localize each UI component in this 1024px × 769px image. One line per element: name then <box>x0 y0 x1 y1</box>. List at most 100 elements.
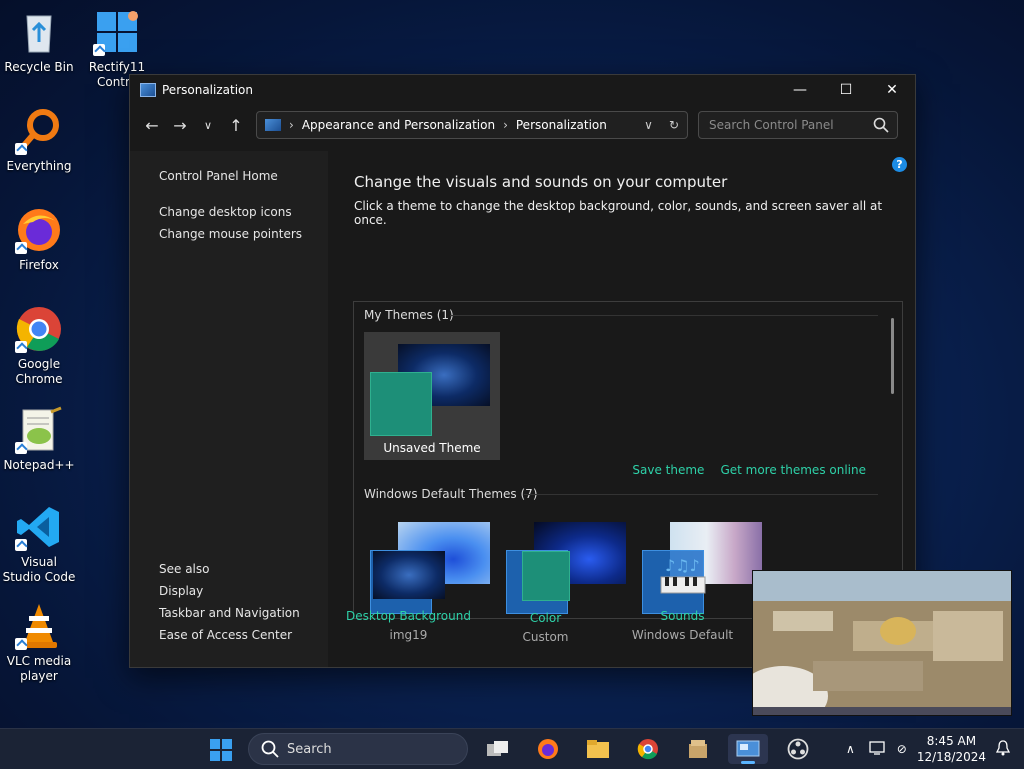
title-bar[interactable]: Personalization — ☐ ✕ <box>130 75 915 105</box>
taskbar: Search ∧ ⊘ 8:45 AM 12/18/2024 <box>0 728 1024 769</box>
window-title: Personalization <box>162 83 253 97</box>
control-panel-icon <box>140 83 156 97</box>
theme-unsaved[interactable]: Unsaved Theme <box>364 332 500 460</box>
see-also-link-display[interactable]: Display <box>159 584 300 598</box>
desktop-icon-chrome[interactable]: Google Chrome <box>1 305 77 387</box>
address-bar[interactable]: › Appearance and Personalization › Perso… <box>256 111 688 139</box>
shortcut-arrow-icon <box>15 442 27 454</box>
desktop-icon-notepadpp[interactable]: Notepad++ <box>1 406 77 473</box>
chevron-right-icon: › <box>503 118 508 132</box>
search-icon <box>261 740 279 758</box>
maximize-button[interactable]: ☐ <box>823 75 869 105</box>
task-view-button[interactable] <box>478 734 518 764</box>
refresh-icon[interactable]: ↻ <box>669 118 679 132</box>
search-input[interactable] <box>707 117 873 133</box>
see-also-link-taskbar[interactable]: Taskbar and Navigation <box>159 606 300 620</box>
desktop-icon-vlc[interactable]: VLC media player <box>1 602 77 684</box>
volume-muted-icon[interactable]: ⊘ <box>897 742 907 756</box>
taskbar-chrome-icon[interactable] <box>628 734 668 764</box>
desktop-icon-vscode[interactable]: Visual Studio Code <box>1 503 77 585</box>
breadcrumb-item[interactable]: Personalization <box>516 118 607 132</box>
windows-logo-icon <box>93 8 141 56</box>
desktop-icon-label: Google Chrome <box>15 357 63 386</box>
close-button[interactable]: ✕ <box>869 75 915 105</box>
my-themes-title: My Themes (1) <box>364 308 454 322</box>
setting-title: Color <box>529 611 562 625</box>
desktop-icon-label: Firefox <box>19 258 59 272</box>
get-more-themes-link[interactable]: Get more themes online <box>720 463 866 477</box>
shortcut-arrow-icon <box>15 341 27 353</box>
setting-title: Sounds <box>660 609 705 623</box>
sidebar-link-control-panel-home[interactable]: Control Panel Home <box>159 169 328 183</box>
color-swatch <box>521 551 570 601</box>
notification-bell-icon[interactable] <box>995 739 1011 759</box>
page-description: Click a theme to change the desktop back… <box>354 199 883 227</box>
everything-search-icon <box>15 107 63 155</box>
desktop-icon-recycle-bin[interactable]: Recycle Bin <box>1 8 77 75</box>
theme-settings-row: Desktop Background img19 Color Custom ♪♫… <box>340 551 751 644</box>
taskbar-archive-icon[interactable] <box>678 734 718 764</box>
setting-value: Custom <box>522 630 569 644</box>
back-button[interactable]: ← <box>138 111 166 139</box>
see-also-link-ease-of-access[interactable]: Ease of Access Center <box>159 628 300 642</box>
taskbar-firefox-icon[interactable] <box>528 734 568 764</box>
color-setting[interactable]: Color Custom <box>477 551 614 644</box>
taskbar-search-label: Search <box>287 741 332 757</box>
navigation-bar: ← → ∨ ↑ › Appearance and Personalization… <box>130 105 915 145</box>
recent-locations-button[interactable]: ∨ <box>194 111 222 139</box>
desktop-icon-everything[interactable]: Everything <box>1 107 77 174</box>
taskbar-search[interactable]: Search <box>248 733 468 765</box>
shortcut-arrow-icon <box>93 44 105 56</box>
taskbar-file-explorer-icon[interactable] <box>578 734 618 764</box>
setting-value: Windows Default <box>631 628 734 642</box>
clock-time: 8:45 AM <box>926 734 977 748</box>
start-button[interactable] <box>210 739 232 761</box>
desktop-icon-label: Notepad++ <box>3 458 75 472</box>
up-button[interactable]: ↑ <box>222 111 250 139</box>
vscode-icon <box>15 503 63 551</box>
desktop-icon-label: VLC media player <box>6 654 72 683</box>
search-icon[interactable] <box>873 117 889 133</box>
help-icon[interactable]: ? <box>892 157 907 172</box>
theme-name: Unsaved Theme <box>383 441 481 455</box>
setting-value: img19 <box>389 628 428 642</box>
clock-date: 12/18/2024 <box>916 750 986 764</box>
minimize-button[interactable]: — <box>777 75 823 105</box>
control-panel-icon <box>265 119 281 131</box>
chevron-down-icon[interactable]: ∨ <box>644 118 653 132</box>
vlc-cone-icon <box>15 602 63 650</box>
clock[interactable]: 8:45 AM 12/18/2024 <box>917 733 986 765</box>
setting-title: Desktop Background <box>346 609 471 623</box>
scrollbar[interactable] <box>891 318 894 394</box>
sidebar-link-change-desktop-icons[interactable]: Change desktop icons <box>159 205 328 219</box>
svg-text:♪♫♪: ♪♫♪ <box>665 556 700 575</box>
taskbar-control-panel-icon[interactable] <box>728 734 768 764</box>
sounds-piano-icon: ♪♫♪ <box>647 551 719 599</box>
taskbar-obs-icon[interactable] <box>778 734 818 764</box>
shortcut-arrow-icon <box>15 638 27 650</box>
sounds-setting[interactable]: ♪♫♪ Sounds Windows Default <box>614 551 751 644</box>
show-hidden-icons-chevron-icon[interactable]: ∧ <box>846 742 855 756</box>
desktop-background-thumbnail <box>372 551 445 599</box>
page-title: Change the visuals and sounds on your co… <box>354 173 728 191</box>
default-themes-title: Windows Default Themes (7) <box>364 487 538 501</box>
network-icon[interactable] <box>869 740 885 758</box>
desktop-icon-label: Recycle Bin <box>4 60 74 74</box>
firefox-icon <box>15 206 63 254</box>
sidebar-link-change-mouse-pointers[interactable]: Change mouse pointers <box>159 227 328 241</box>
video-thumbnail-preview[interactable] <box>752 570 1012 716</box>
notepadpp-icon <box>15 406 63 454</box>
shortcut-arrow-icon <box>15 242 27 254</box>
breadcrumb-item[interactable]: Appearance and Personalization <box>302 118 495 132</box>
chrome-icon <box>15 305 63 353</box>
theme-preview-color <box>370 372 432 436</box>
forward-button[interactable]: → <box>166 111 194 139</box>
system-tray: ∧ ⊘ 8:45 AM 12/18/2024 <box>846 729 1024 769</box>
see-also-title: See also <box>159 562 210 576</box>
desktop-icon-firefox[interactable]: Firefox <box>1 206 77 273</box>
desktop-background-setting[interactable]: Desktop Background img19 <box>340 551 477 644</box>
chevron-right-icon: › <box>289 118 294 132</box>
save-theme-link[interactable]: Save theme <box>632 463 704 477</box>
search-box[interactable] <box>698 111 898 139</box>
shortcut-arrow-icon <box>15 539 27 551</box>
